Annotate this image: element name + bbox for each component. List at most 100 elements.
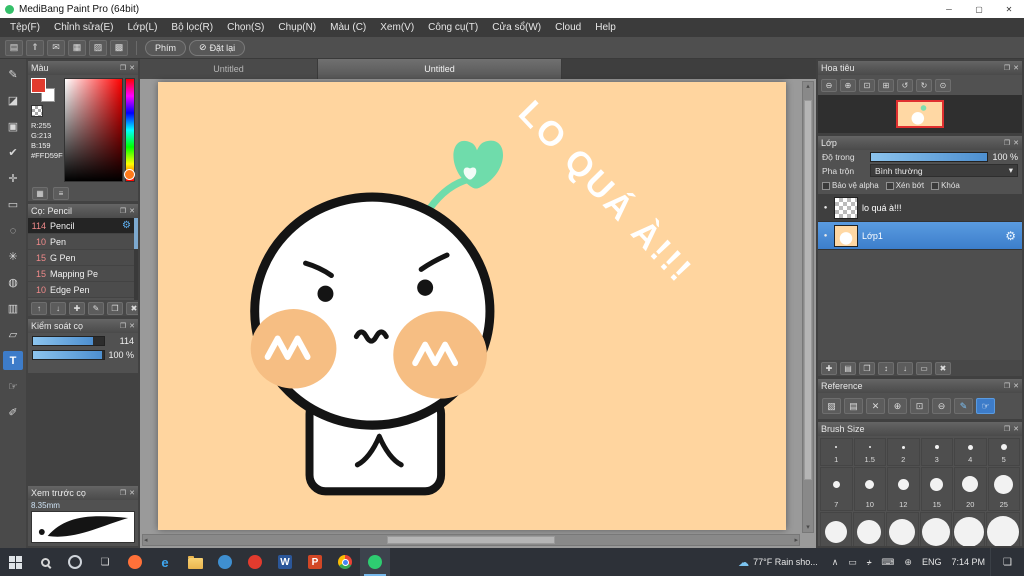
scroll-down-arrow[interactable]: ▾ <box>805 523 811 532</box>
move-layer-icon[interactable]: ↕ <box>878 361 894 375</box>
scroll-right-arrow[interactable]: ▸ <box>793 536 799 545</box>
menu-item[interactable]: Màu (C) <box>323 22 373 33</box>
lasso-tool[interactable]: ◌ <box>3 221 23 240</box>
layer-option-checkbox[interactable]: Khóa <box>931 181 960 190</box>
slider-tab-icon[interactable]: ≡ <box>53 186 69 200</box>
close-button[interactable]: ✕ <box>994 0 1024 18</box>
gradient-tool[interactable]: ▥ <box>3 299 23 318</box>
ref-image-icon[interactable]: ▧ <box>822 398 841 414</box>
layer-folder-icon[interactable]: ▤ <box>840 361 856 375</box>
brush-list-item[interactable]: 10 Edge Pen <box>28 282 138 298</box>
ref-zoom-in-icon[interactable]: ⊕ <box>888 398 907 414</box>
brush-size-option[interactable]: 3 <box>920 438 953 466</box>
menu-item[interactable]: Cloud <box>548 22 588 33</box>
file-explorer-icon[interactable] <box>180 548 210 576</box>
popout-icon[interactable]: ❐ <box>120 64 126 72</box>
vertical-scroll-thumb[interactable] <box>804 99 812 480</box>
transparent-color-swatch[interactable] <box>31 105 43 117</box>
ref-pencil-icon[interactable]: ✎ <box>954 398 973 414</box>
close-icon[interactable]: ✕ <box>129 322 135 330</box>
brush-size-option[interactable]: 20 <box>954 467 987 511</box>
add-brush-icon[interactable]: ✚ <box>69 301 85 315</box>
nav-reset-icon[interactable]: ⊙ <box>935 78 951 92</box>
brush-list-item[interactable]: 15 Mapping Pe <box>28 266 138 282</box>
canvas-vertical-scrollbar[interactable]: ▴ ▾ <box>802 81 814 533</box>
popout-icon[interactable]: ❐ <box>120 207 126 215</box>
comment-icon[interactable]: ✉ <box>47 39 65 56</box>
brush-scroll-thumb[interactable] <box>134 218 138 250</box>
material-icon[interactable]: ▨ <box>89 39 107 56</box>
magic-wand-tool[interactable]: ✳ <box>3 247 23 266</box>
brush-size-option[interactable]: 25 <box>987 467 1020 511</box>
ref-fit-icon[interactable]: ⊡ <box>910 398 929 414</box>
word-icon[interactable]: W <box>270 548 300 576</box>
language-indicator[interactable]: ENG <box>917 557 947 567</box>
brush-size-option[interactable] <box>820 512 853 546</box>
duplicate-brush-icon[interactable]: ❐ <box>107 301 123 315</box>
canvas-tab[interactable]: Untitled <box>318 59 562 79</box>
brush-list-item[interactable]: 15 G Pen <box>28 250 138 266</box>
brush-size-option[interactable]: 12 <box>887 467 920 511</box>
task-view-button[interactable]: ❏ <box>90 548 120 576</box>
bucket-tool[interactable]: ◍ <box>3 273 23 292</box>
layer-option-checkbox[interactable]: Xén bớt <box>885 181 924 190</box>
delete-brush-icon[interactable]: ✖ <box>126 301 138 315</box>
brush-size-option[interactable]: 2 <box>887 438 920 466</box>
edit-brush-icon[interactable]: ✎ <box>88 301 104 315</box>
maximize-button[interactable]: ▢ <box>964 0 994 18</box>
popout-icon[interactable]: ❐ <box>120 322 126 330</box>
close-icon[interactable]: ✕ <box>1013 382 1019 390</box>
menu-item[interactable]: Help <box>588 22 623 33</box>
popout-icon[interactable]: ❐ <box>120 489 126 497</box>
mute-icon[interactable]: ♪ <box>862 557 877 567</box>
brush-size-option[interactable]: 10 <box>853 467 886 511</box>
brush-tool[interactable]: ✎ <box>3 65 23 84</box>
layer-opacity-slider[interactable] <box>870 152 988 162</box>
clock[interactable]: 7:14 PM <box>946 557 990 567</box>
ref-folder-icon[interactable]: ▤ <box>844 398 863 414</box>
canvas-document[interactable]: LO QUÁ À!!! <box>158 82 786 530</box>
ref-hand-icon[interactable]: ☞ <box>976 398 995 414</box>
brush-list-item[interactable]: 10 Pen <box>28 234 138 250</box>
brush-size-option[interactable]: 5 <box>987 438 1020 466</box>
brush-size-option[interactable]: 4 <box>954 438 987 466</box>
app-blue-icon[interactable] <box>210 548 240 576</box>
shape-tool[interactable]: ▱ <box>3 325 23 344</box>
powerpoint-icon[interactable]: P <box>300 548 330 576</box>
taskbar-weather[interactable]: ☁ 77°F Rain sho... <box>729 556 827 569</box>
ref-zoom-out-icon[interactable]: ⊖ <box>932 398 951 414</box>
brush-scrollbar[interactable] <box>134 218 138 300</box>
foreground-color-swatch[interactable] <box>31 78 46 93</box>
delete-layer-icon[interactable]: ✖ <box>935 361 951 375</box>
saturation-value-picker[interactable] <box>64 78 123 182</box>
phim-button[interactable]: Phím <box>145 39 187 56</box>
brush-size-option[interactable] <box>886 512 919 546</box>
add-layer-icon[interactable]: ✚ <box>821 361 837 375</box>
reset-button[interactable]: ⊘ Đặt lại <box>189 39 246 56</box>
menu-item[interactable]: Chỉnh sửa(E) <box>47 22 121 33</box>
brush-size-slider[interactable] <box>32 336 105 346</box>
notification-center-icon[interactable]: ❏ <box>990 548 1024 576</box>
blend-mode-dropdown[interactable]: Bình thường ▾ <box>870 164 1018 177</box>
brush-size-option[interactable] <box>919 512 952 546</box>
horizontal-scroll-thumb[interactable] <box>387 536 555 544</box>
duplicate-layer-icon[interactable]: ❐ <box>859 361 875 375</box>
text-tool[interactable]: T <box>3 351 23 370</box>
brush-list-item[interactable]: 114 Pencil ⚙ <box>28 218 138 234</box>
palette-tab-icon[interactable]: ▦ <box>32 186 48 200</box>
keyboard-icon[interactable]: ⌨ <box>876 557 899 568</box>
search-button[interactable] <box>30 548 60 576</box>
canvas-horizontal-scrollbar[interactable]: ◂ ▸ <box>142 534 800 546</box>
layer-row[interactable]: ● lo quá à!!! <box>818 194 1022 222</box>
ref-close-icon[interactable]: ✕ <box>866 398 885 414</box>
brush-size-option[interactable] <box>952 512 985 546</box>
start-button[interactable] <box>0 548 30 576</box>
close-icon[interactable]: ✕ <box>1013 425 1019 433</box>
close-icon[interactable]: ✕ <box>1013 64 1019 72</box>
menu-item[interactable]: Tệp(F) <box>3 22 47 33</box>
scroll-up-arrow[interactable]: ▴ <box>805 82 811 91</box>
nav-actual-size-icon[interactable]: ⊞ <box>878 78 894 92</box>
layer-visibility-icon[interactable]: ● <box>821 205 830 211</box>
brush-up-icon[interactable]: ↑ <box>31 301 47 315</box>
menu-item[interactable]: Xem(V) <box>373 22 421 33</box>
